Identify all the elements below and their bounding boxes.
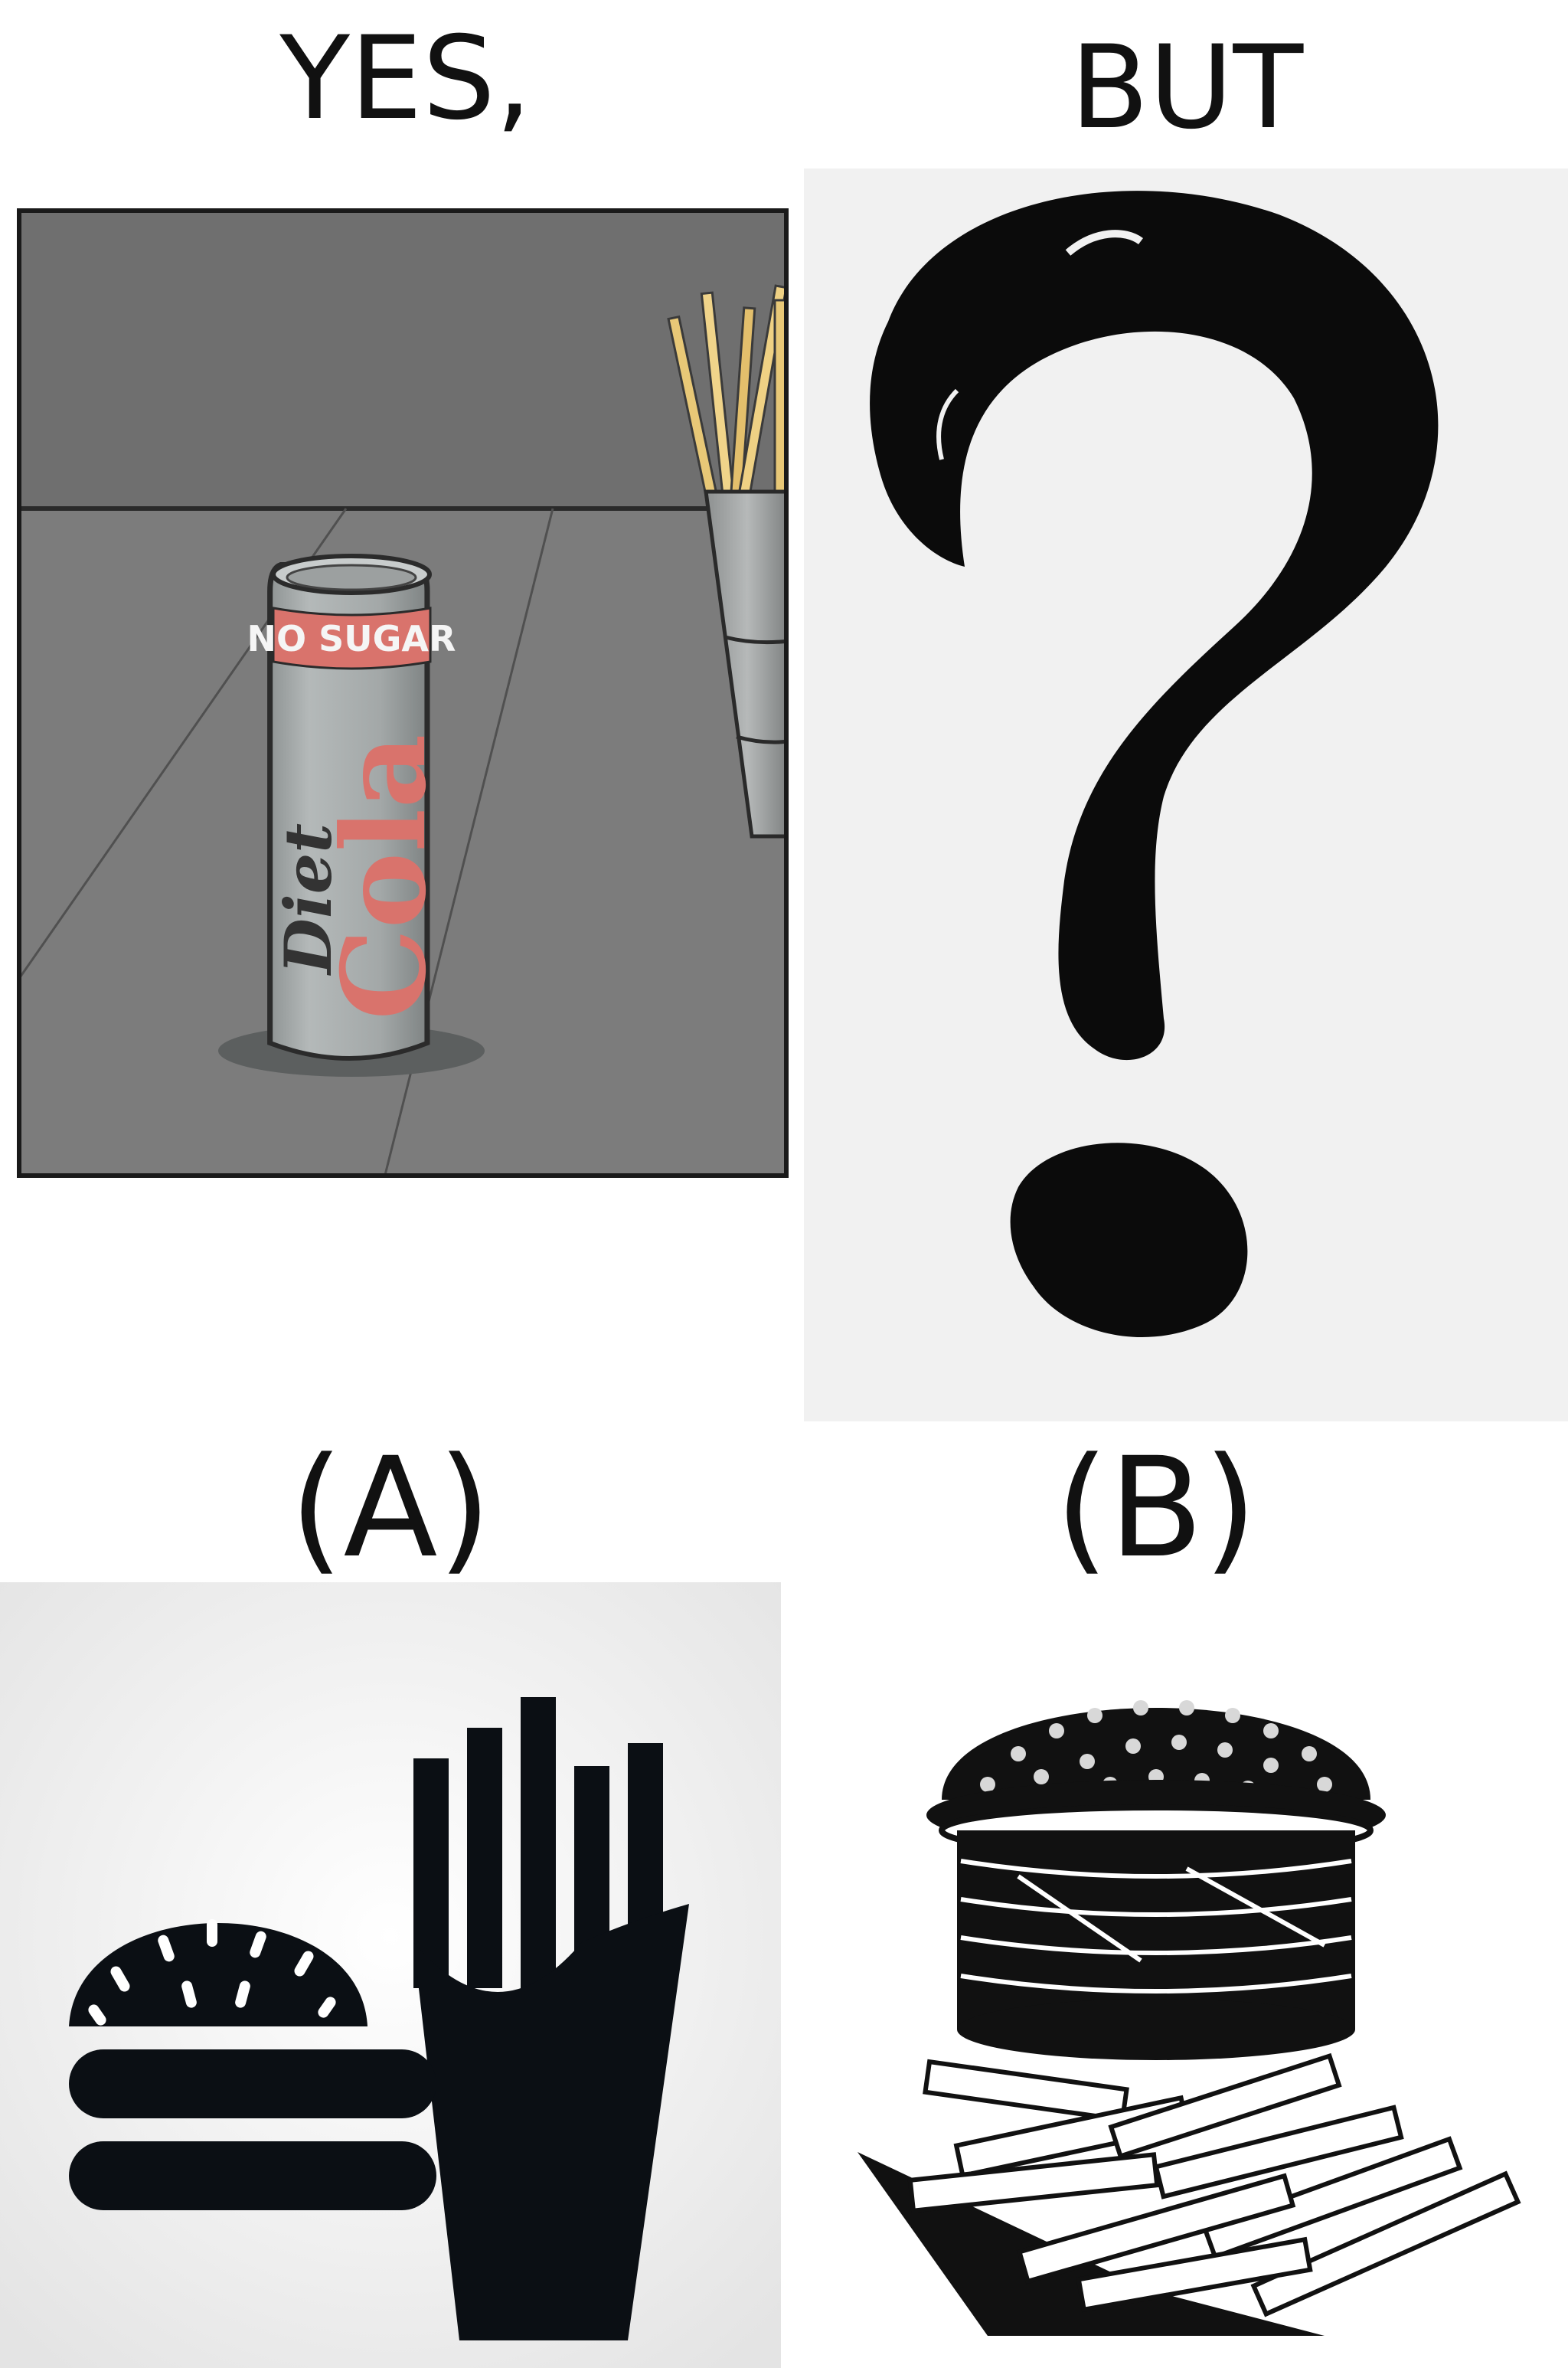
panel-b-burger-fries-illustration xyxy=(789,1601,1568,2368)
can-no-sugar-label: NO SUGAR xyxy=(247,618,456,659)
heading-option-b: (B) xyxy=(1055,1428,1257,1588)
wall xyxy=(17,208,789,509)
heading-yes: YES, xyxy=(279,12,532,146)
diet-cola-scene-illustration: NO SUGAR Diet Cola xyxy=(17,208,789,1178)
stacked-burger xyxy=(926,1700,1386,2060)
panel-a-burger-fries-icon xyxy=(0,1582,781,2368)
can-cola-label: Cola xyxy=(317,734,452,1020)
burger-fries-icon xyxy=(0,1582,781,2368)
heading-but: BUT xyxy=(1070,21,1304,155)
stacked-burger-fries-illustration xyxy=(789,1601,1568,2368)
panel-yes-diet-cola: NO SUGAR Diet Cola xyxy=(17,208,789,1178)
question-mark-icon xyxy=(870,191,1439,1337)
panel-but-question-mark xyxy=(804,168,1568,1421)
heading-option-a: (A) xyxy=(289,1428,492,1588)
